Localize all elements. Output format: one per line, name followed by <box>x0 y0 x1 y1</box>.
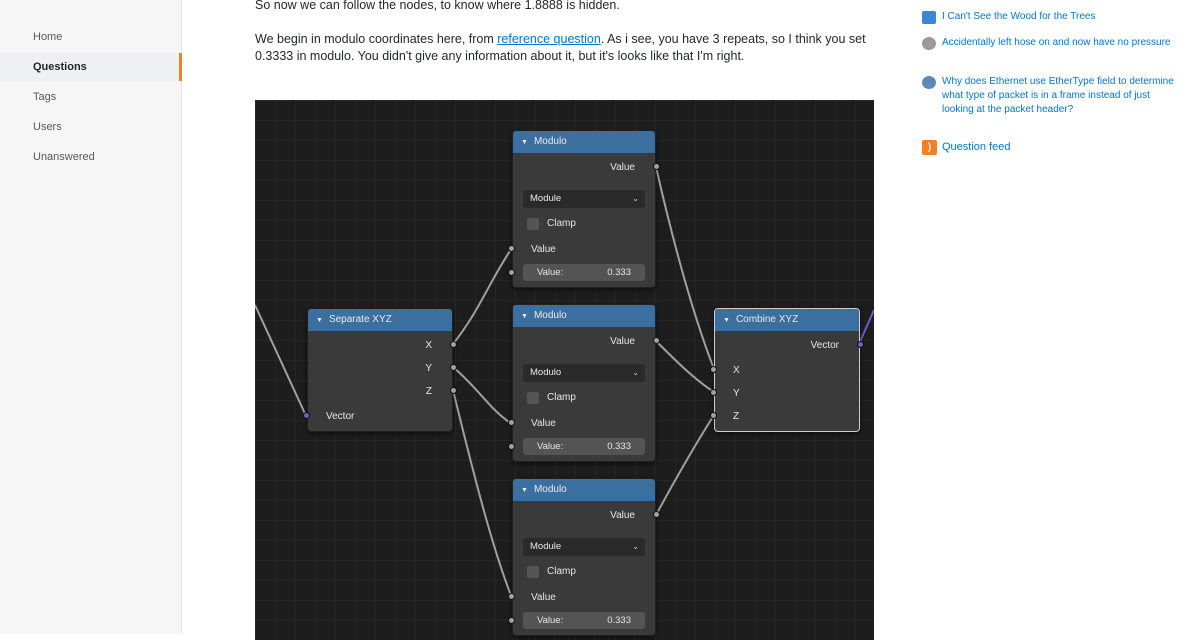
modulo-node-1[interactable]: ▼ Modulo Value Module ⌄ Clamp Value Value:… <box>508 130 660 288</box>
output-z-socket[interactable] <box>450 387 457 394</box>
combine-input-x-label: X <box>733 365 740 376</box>
question-feed-link[interactable]: ) Question feed <box>920 139 1011 155</box>
modulo-2-input-socket[interactable] <box>508 419 515 426</box>
modulo-2-value-label: Value: <box>537 441 564 452</box>
combine-input-z-socket[interactable] <box>710 412 717 419</box>
combine-output-socket[interactable] <box>857 341 864 348</box>
chevron-down-icon: ⌄ <box>632 368 639 377</box>
hot-question-3[interactable]: Why does Ethernet use EtherType field to… <box>920 75 1180 117</box>
separate-xyz-header[interactable]: ▼ Separate XYZ <box>308 309 452 331</box>
modulo-1-clamp-label: Clamp <box>547 218 576 229</box>
separate-xyz-title: Separate XYZ <box>328 314 392 325</box>
hot-question-2-title[interactable]: Accidentally left hose on and now have n… <box>942 37 1170 48</box>
modulo-node-2-header[interactable]: ▼ Modulo <box>513 305 655 327</box>
modulo-3-value-label: Value: <box>537 615 564 626</box>
output-y-label: Y <box>425 363 432 374</box>
modulo-node-3-title: Modulo <box>533 484 567 495</box>
modulo-3-value-field[interactable]: Value: 0.333 <box>523 612 645 629</box>
combine-xyz-node[interactable]: ▼ Combine XYZ Vector X Y Z <box>710 308 864 432</box>
rss-icon: ) <box>922 140 937 155</box>
modulo-3-clamp-label: Clamp <box>547 566 576 577</box>
modulo-1-output-label: Value <box>610 162 635 173</box>
modulo-1-clamp-checkbox[interactable] <box>527 218 539 230</box>
modulo-1-operation-dropdown[interactable]: Module ⌄ <box>523 190 645 208</box>
modulo-1-input-socket[interactable] <box>508 245 515 252</box>
modulo-3-output-socket[interactable] <box>653 511 660 518</box>
nav-home[interactable]: Home <box>0 23 182 51</box>
output-x-label: X <box>425 340 432 351</box>
collapse-triangle-icon[interactable]: ▼ <box>723 317 730 324</box>
modulo-1-value-label: Value: <box>537 267 564 278</box>
hot-question-2[interactable]: Accidentally left hose on and now have n… <box>920 36 1180 50</box>
modulo-3-field-socket[interactable] <box>508 617 515 624</box>
modulo-2-operation-dropdown[interactable]: Modulo ⌄ <box>523 364 645 382</box>
para-text-before: We begin in modulo coordinates here, fro… <box>255 32 498 46</box>
modulo-3-operation-value: Module <box>530 541 562 552</box>
nav-tags[interactable]: Tags <box>0 83 182 111</box>
combine-xyz-header[interactable]: ▼ Combine XYZ <box>715 309 859 331</box>
collapse-triangle-icon[interactable]: ▼ <box>316 317 323 324</box>
site-icon-network <box>922 76 936 89</box>
question-feed-label[interactable]: Question feed <box>942 141 1011 153</box>
input-vector-label: Vector <box>326 411 355 422</box>
modulo-node-2[interactable]: ▼ Modulo Value Modulo ⌄ Clamp Value Value:… <box>508 304 660 462</box>
nav-unanswered[interactable]: Unanswered <box>0 143 182 171</box>
nav-users[interactable]: Users <box>0 113 182 141</box>
modulo-2-field-socket[interactable] <box>508 443 515 450</box>
site-icon-gray <box>922 37 936 50</box>
collapse-triangle-icon[interactable]: ▼ <box>521 313 528 320</box>
input-vector-socket[interactable] <box>303 412 310 419</box>
modulo-2-output-socket[interactable] <box>653 337 660 344</box>
answer-paragraph: We begin in modulo coordinates here, fro… <box>255 31 875 65</box>
modulo-node-1-title: Modulo <box>533 136 567 147</box>
modulo-1-output-socket[interactable] <box>653 163 660 170</box>
combine-input-z-label: Z <box>733 411 740 422</box>
hot-question-1[interactable]: I Can't See the Wood for the Trees <box>920 10 1180 24</box>
combine-input-y-socket[interactable] <box>710 389 717 396</box>
output-y-socket[interactable] <box>450 364 457 371</box>
combine-output-label: Vector <box>810 340 839 351</box>
hot-question-1-title[interactable]: I Can't See the Wood for the Trees <box>942 11 1095 22</box>
output-x-socket[interactable] <box>450 341 457 348</box>
nav-questions[interactable]: Questions <box>0 53 182 81</box>
node-editor-image: ▼ Separate XYZ X Y Z Vector ▼ Modulo Value… <box>255 100 874 640</box>
combine-input-x-socket[interactable] <box>710 366 717 373</box>
modulo-1-value-number: 0.333 <box>607 267 631 278</box>
chevron-down-icon: ⌄ <box>632 542 639 551</box>
separate-xyz-node[interactable]: ▼ Separate XYZ X Y Z Vector <box>303 308 457 432</box>
site-icon-blue <box>922 11 936 24</box>
chevron-down-icon: ⌄ <box>632 194 639 203</box>
modulo-3-output-label: Value <box>610 510 635 521</box>
modulo-2-clamp-checkbox[interactable] <box>527 392 539 404</box>
modulo-node-1-header[interactable]: ▼ Modulo <box>513 131 655 153</box>
modulo-2-clamp-label: Clamp <box>547 392 576 403</box>
modulo-node-3[interactable]: ▼ Modulo Value Module ⌄ Clamp Value Value:… <box>508 478 660 636</box>
collapse-triangle-icon[interactable]: ▼ <box>521 487 528 494</box>
answer-line-top: So now we can follow the nodes, to know … <box>255 0 620 12</box>
modulo-node-3-header[interactable]: ▼ Modulo <box>513 479 655 501</box>
hot-question-3-title[interactable]: Why does Ethernet use EtherType field to… <box>942 76 1174 115</box>
modulo-node-2-title: Modulo <box>533 310 567 321</box>
modulo-2-output-label: Value <box>610 336 635 347</box>
left-sidebar: Home Questions Tags Users Unanswered <box>0 0 182 634</box>
modulo-1-field-socket[interactable] <box>508 269 515 276</box>
modulo-2-operation-value: Modulo <box>530 367 562 378</box>
modulo-2-value-field[interactable]: Value: 0.333 <box>523 438 645 455</box>
modulo-3-operation-dropdown[interactable]: Module ⌄ <box>523 538 645 556</box>
modulo-3-input-socket[interactable] <box>508 593 515 600</box>
reference-question-link[interactable]: reference question <box>497 32 601 46</box>
output-z-label: Z <box>425 386 432 397</box>
modulo-1-value-field[interactable]: Value: 0.333 <box>523 264 645 281</box>
collapse-triangle-icon[interactable]: ▼ <box>521 139 528 146</box>
modulo-2-input-label: Value <box>531 418 556 429</box>
modulo-3-clamp-checkbox[interactable] <box>527 566 539 578</box>
modulo-3-input-label: Value <box>531 592 556 603</box>
modulo-1-operation-value: Module <box>530 193 562 204</box>
modulo-3-value-number: 0.333 <box>607 615 631 626</box>
combine-xyz-title: Combine XYZ <box>735 314 799 325</box>
modulo-2-value-number: 0.333 <box>607 441 631 452</box>
right-sidebar: I Can't See the Wood for the Trees Accid… <box>920 0 1200 634</box>
combine-input-y-label: Y <box>733 388 740 399</box>
modulo-1-input-label: Value <box>531 244 556 255</box>
